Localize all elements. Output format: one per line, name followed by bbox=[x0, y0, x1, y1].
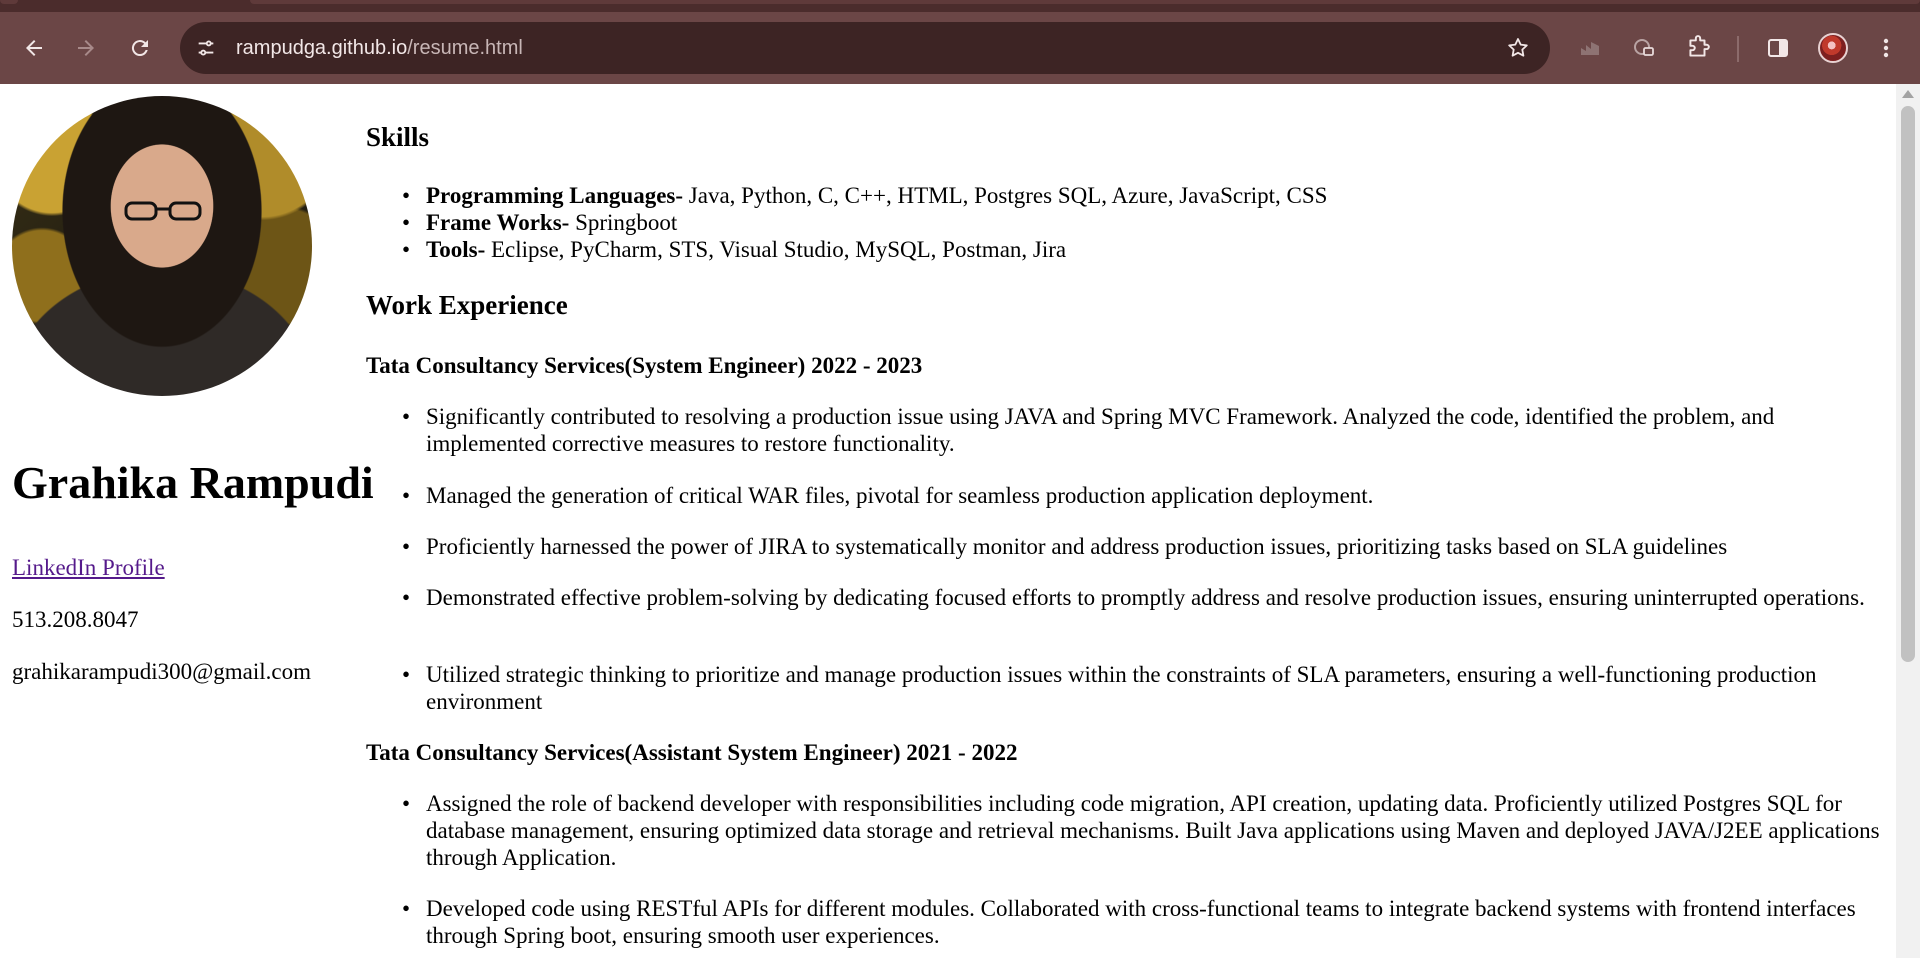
url-path: /resume.html bbox=[407, 37, 523, 59]
media-icon[interactable] bbox=[1626, 30, 1662, 66]
url-host: rampudga.github.io bbox=[236, 37, 408, 59]
list-item: Demonstrated effective problem-solving b… bbox=[366, 584, 1886, 611]
profile-sidebar: Grahika Rampudi LinkedIn Profile 513.208… bbox=[12, 96, 374, 684]
bookmark-star-icon[interactable] bbox=[1504, 34, 1532, 62]
work-experience-heading: Work Experience bbox=[366, 290, 568, 320]
toolbar-separator bbox=[1737, 36, 1739, 62]
profile-name: Grahika Rampudi bbox=[12, 457, 374, 508]
job-bullets: Assigned the role of backend developer w… bbox=[366, 790, 1886, 871]
site-info-icon[interactable] bbox=[194, 36, 218, 60]
list-item: Proficiently harnessed the power of JIRA… bbox=[366, 533, 1886, 560]
reload-button[interactable] bbox=[122, 30, 158, 66]
back-arrow-icon bbox=[26, 40, 42, 56]
tab-fragment[interactable] bbox=[0, 0, 18, 4]
kebab-menu-icon[interactable] bbox=[1868, 30, 1904, 66]
job-bullets: Proficiently harnessed the power of JIRA… bbox=[366, 533, 1886, 560]
scroll-up-arrow-icon[interactable] bbox=[1902, 90, 1914, 98]
profile-avatar[interactable] bbox=[1815, 30, 1851, 66]
url-text[interactable]: rampudga.github.io/resume.html bbox=[236, 22, 523, 74]
browser-toolbar: rampudga.github.io/resume.html bbox=[0, 12, 1920, 84]
skill-label: Tools- bbox=[426, 237, 486, 262]
scrollbar-thumb[interactable] bbox=[1901, 106, 1915, 662]
forward-button[interactable] bbox=[68, 30, 104, 66]
skill-value: Springboot bbox=[569, 210, 678, 235]
avatar bbox=[1818, 33, 1848, 63]
list-item: Frame Works- Springboot bbox=[366, 209, 1886, 236]
list-item: Programming Languages- Java, Python, C, … bbox=[366, 182, 1886, 209]
side-panel-icon[interactable] bbox=[1760, 30, 1796, 66]
tab-fragment[interactable] bbox=[250, 0, 1920, 4]
linkedin-link[interactable]: LinkedIn Profile bbox=[12, 555, 165, 581]
email-address: grahikarampudi300@gmail.com bbox=[12, 659, 312, 684]
page-scrollbar[interactable] bbox=[1896, 84, 1920, 958]
job-bullets: Managed the generation of critical WAR f… bbox=[366, 482, 1886, 509]
list-item: Managed the generation of critical WAR f… bbox=[366, 482, 1886, 509]
list-item: Developed code using RESTful APIs for di… bbox=[366, 895, 1886, 949]
phone-number: 513.208.8047 bbox=[12, 607, 139, 632]
skill-value: Eclipse, PyCharm, STS, Visual Studio, My… bbox=[485, 237, 1067, 262]
list-item: Utilized strategic thinking to prioritiz… bbox=[366, 661, 1886, 715]
list-item: Assigned the role of backend developer w… bbox=[366, 790, 1886, 871]
skill-label: Programming Languages- bbox=[426, 183, 684, 208]
skills-heading: Skills bbox=[366, 122, 430, 152]
skill-value: Java, Python, C, C++, HTML, Postgres SQL… bbox=[683, 183, 1328, 208]
job-title: Tata Consultancy Services(Assistant Syst… bbox=[366, 740, 1018, 765]
profile-photo bbox=[12, 96, 312, 396]
tab-strip bbox=[0, 0, 1920, 12]
job-bullets: Demonstrated effective problem-solving b… bbox=[366, 584, 1886, 611]
job-title: Tata Consultancy Services(System Enginee… bbox=[366, 353, 923, 378]
page-content: Grahika Rampudi LinkedIn Profile 513.208… bbox=[0, 84, 1896, 958]
list-item: Significantly contributed to resolving a… bbox=[366, 403, 1886, 457]
job-bullets: Significantly contributed to resolving a… bbox=[366, 403, 1886, 457]
job-bullets: Developed code using RESTful APIs for di… bbox=[366, 895, 1886, 949]
skills-list: Programming Languages- Java, Python, C, … bbox=[366, 182, 1886, 263]
forward-arrow-icon bbox=[78, 40, 94, 56]
address-bar[interactable]: rampudga.github.io/resume.html bbox=[180, 22, 1550, 74]
job-bullets: Utilized strategic thinking to prioritiz… bbox=[366, 661, 1886, 715]
reload-icon bbox=[131, 40, 148, 57]
glasses-detail bbox=[124, 201, 202, 221]
extensions-puzzle-icon[interactable] bbox=[1680, 30, 1716, 66]
performance-icon[interactable] bbox=[1572, 30, 1608, 66]
back-button[interactable] bbox=[16, 30, 52, 66]
list-item: Tools- Eclipse, PyCharm, STS, Visual Stu… bbox=[366, 236, 1886, 263]
skill-label: Frame Works- bbox=[426, 210, 570, 235]
